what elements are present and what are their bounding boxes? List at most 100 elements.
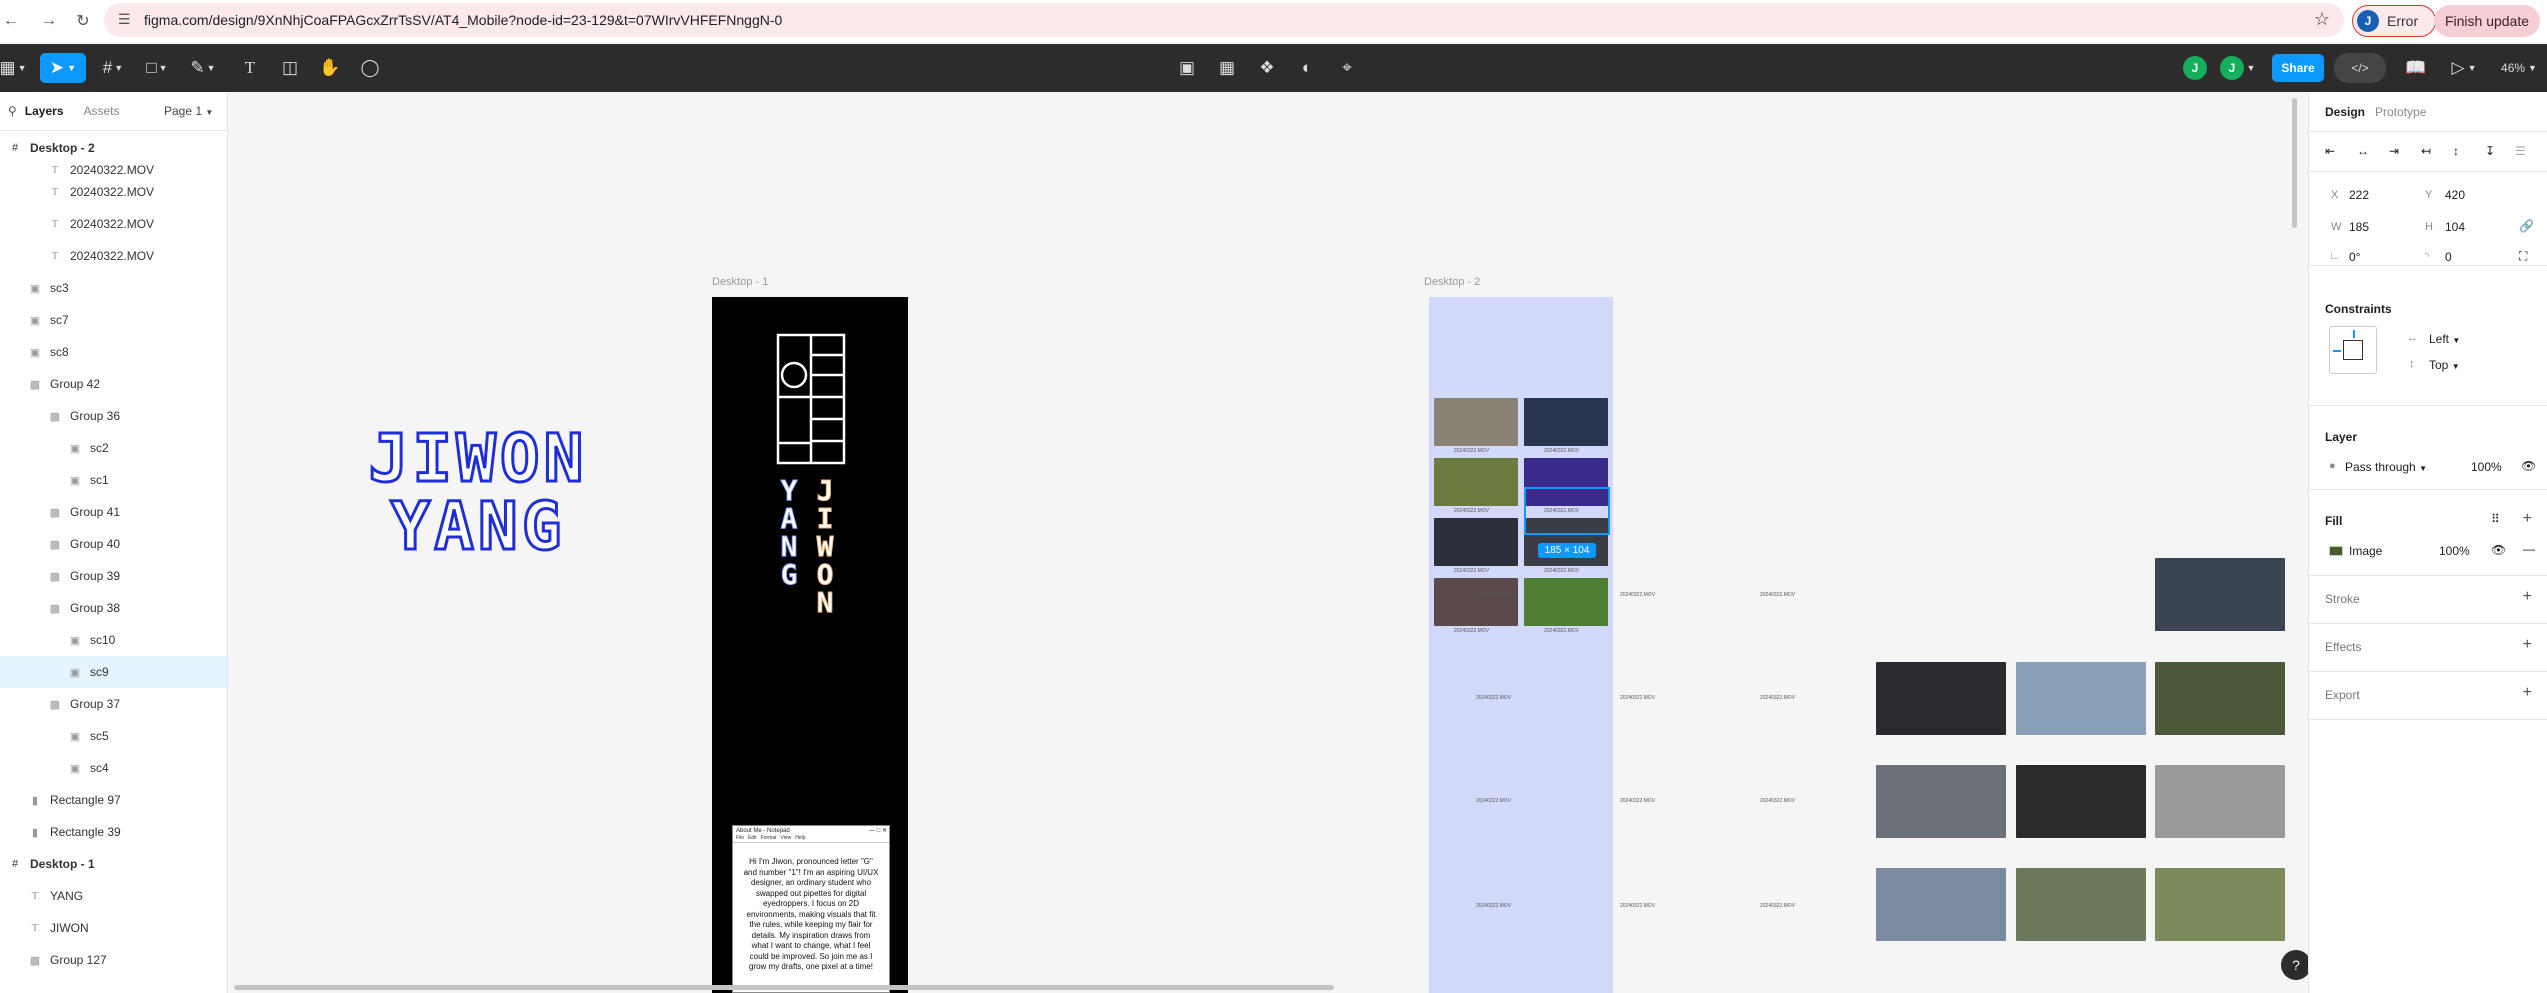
- contrast-icon[interactable]: ◐: [1293, 53, 1321, 83]
- add-export-icon[interactable]: +: [2523, 684, 2532, 702]
- gallery-image[interactable]: [2155, 868, 2285, 941]
- align-center-h-icon[interactable]: ↔: [2357, 144, 2369, 158]
- frame-tool-icon[interactable]: # ▼: [96, 53, 130, 83]
- layer-row[interactable]: # Desktop - 1: [0, 848, 227, 880]
- layer-row[interactable]: ▩ Group 37: [0, 688, 227, 720]
- x-field[interactable]: 222: [2349, 188, 2369, 202]
- thumbnail-image[interactable]: [1524, 398, 1608, 446]
- gallery-image[interactable]: [2016, 765, 2146, 838]
- tab-layers[interactable]: Layers: [25, 104, 64, 118]
- pen-tool-icon[interactable]: ✎ ▼: [186, 53, 220, 83]
- gallery-image[interactable]: [2016, 662, 2146, 735]
- y-field[interactable]: 420: [2445, 188, 2465, 202]
- thumbnail-image[interactable]: [1524, 578, 1608, 626]
- layer-row[interactable]: ▣ sc7: [0, 304, 227, 336]
- hand-tool-icon[interactable]: ✋: [316, 53, 344, 83]
- menu-format[interactable]: Format: [761, 835, 777, 842]
- back-icon[interactable]: ←: [0, 10, 22, 32]
- align-bottom-icon[interactable]: ↧: [2485, 144, 2495, 158]
- align-center-v-icon[interactable]: ↕: [2453, 144, 2459, 158]
- menu-file[interactable]: File: [736, 835, 744, 842]
- search-icon[interactable]: ⚲: [8, 104, 17, 118]
- h-field[interactable]: 104: [2445, 220, 2465, 234]
- layer-row[interactable]: T JIWON: [0, 912, 227, 944]
- address-bar[interactable]: ☰ figma.com/design/9XnNhjCoaFPAGcxZrrTsS…: [104, 3, 2344, 37]
- layer-row[interactable]: ▣ sc4: [0, 752, 227, 784]
- w-field[interactable]: 185: [2349, 220, 2369, 234]
- layer-row[interactable]: ▩ Group 40: [0, 528, 227, 560]
- vertical-constraint[interactable]: Top ▼: [2429, 358, 2460, 372]
- fill-styles-icon[interactable]: ⠿: [2491, 512, 2500, 526]
- corner-radius-field[interactable]: 0: [2445, 250, 2452, 264]
- thumbnail-image[interactable]: [1434, 458, 1518, 506]
- menu-help[interactable]: Help: [795, 835, 805, 842]
- present-icon[interactable]: ▷ ▼: [2446, 53, 2482, 83]
- menu-edit[interactable]: Edit: [748, 835, 757, 842]
- layer-row[interactable]: T 20240322.MOV: [0, 176, 227, 208]
- collaborator-avatar[interactable]: J: [2183, 56, 2207, 80]
- crop-icon[interactable]: ⌖: [1333, 53, 1361, 83]
- align-left-icon[interactable]: ⇤: [2325, 144, 2335, 158]
- notepad-body[interactable]: Hi I'm Jiwon, pronounced letter "G" and …: [733, 843, 889, 973]
- layer-row[interactable]: ▩ Group 41: [0, 496, 227, 528]
- fill-visibility-icon[interactable]: 👁: [2491, 543, 2506, 557]
- layer-row[interactable]: ▣ sc8: [0, 336, 227, 368]
- reload-icon[interactable]: ↻: [72, 10, 94, 32]
- distribute-icon[interactable]: ☰: [2515, 144, 2526, 158]
- gallery-image[interactable]: [2155, 765, 2285, 838]
- gallery-image[interactable]: [1876, 662, 2006, 735]
- layer-row[interactable]: T 20240322.MOV: [0, 240, 227, 272]
- tab-design[interactable]: Design: [2325, 105, 2365, 119]
- add-fill-icon[interactable]: +: [2523, 510, 2532, 528]
- gallery-image[interactable]: [1876, 765, 2006, 838]
- gallery-image[interactable]: [2155, 662, 2285, 735]
- layer-row[interactable]: ▮ Rectangle 97: [0, 784, 227, 816]
- rotation-field[interactable]: 0°: [2349, 250, 2360, 264]
- blend-mode-select[interactable]: Pass through ▼: [2345, 460, 2427, 474]
- thumbnail-image[interactable]: [1434, 518, 1518, 566]
- layer-row[interactable]: T 20240322.MOV: [0, 208, 227, 240]
- frame-label-desktop-2[interactable]: Desktop - 2: [1424, 276, 1480, 288]
- add-stroke-icon[interactable]: +: [2523, 588, 2532, 606]
- share-button[interactable]: Share: [2272, 54, 2324, 82]
- gallery-image[interactable]: [2155, 558, 2285, 631]
- layer-row[interactable]: ▣ sc10: [0, 624, 227, 656]
- gallery-image[interactable]: [1876, 868, 2006, 941]
- thumbnail-image[interactable]: [1434, 578, 1518, 626]
- design-canvas[interactable]: JIWON YANG Desktop - 1 YANG JIWON About …: [228, 92, 2308, 993]
- text-tool-icon[interactable]: T: [236, 53, 264, 83]
- frame-label-desktop-1[interactable]: Desktop - 1: [712, 276, 768, 288]
- layer-row[interactable]: ▩ Group 38: [0, 592, 227, 624]
- collaborator-avatar[interactable]: J: [2220, 56, 2244, 80]
- tab-prototype[interactable]: Prototype: [2375, 105, 2426, 119]
- pixel-word-jiwon[interactable]: JIWON: [358, 424, 598, 493]
- layer-row[interactable]: ▩ Group 127: [0, 944, 227, 976]
- site-info-icon[interactable]: ☰: [118, 11, 131, 28]
- window-controls-icon[interactable]: — □ ✕: [869, 827, 887, 834]
- help-button[interactable]: ?: [2281, 950, 2308, 980]
- forward-icon[interactable]: →: [38, 10, 60, 32]
- move-tool-icon[interactable]: ➤ ▼: [40, 53, 86, 83]
- add-effect-icon[interactable]: +: [2523, 636, 2532, 654]
- horizontal-scrollbar[interactable]: [234, 985, 1334, 990]
- pixel-title[interactable]: JIWON YANG: [358, 424, 598, 561]
- constraints-widget[interactable]: [2329, 326, 2377, 374]
- layer-opacity[interactable]: 100%: [2471, 460, 2502, 474]
- dev-mode-toggle[interactable]: </>: [2334, 53, 2386, 83]
- comment-tool-icon[interactable]: ◯: [356, 53, 384, 83]
- vertical-scrollbar[interactable]: [2292, 98, 2297, 228]
- layer-row[interactable]: ▩ Group 36: [0, 400, 227, 432]
- selection-outline[interactable]: [1524, 487, 1610, 535]
- frame-desktop-1[interactable]: YANG JIWON About Me - Notepad — □ ✕ File…: [712, 297, 908, 993]
- tab-assets[interactable]: Assets: [84, 104, 120, 118]
- layer-row[interactable]: T YANG: [0, 880, 227, 912]
- url-text[interactable]: figma.com/design/9XnNhjCoaFPAGcxZrrTsSV/…: [144, 12, 782, 28]
- pixel-word-yang[interactable]: YANG: [358, 492, 598, 561]
- expand-corners-icon[interactable]: ⛶: [2519, 249, 2527, 264]
- visibility-eye-icon[interactable]: 👁: [2521, 459, 2536, 473]
- align-top-icon[interactable]: ↤: [2421, 144, 2431, 158]
- layer-row[interactable]: ▣ sc3: [0, 272, 227, 304]
- resources-icon[interactable]: ◫: [276, 53, 304, 83]
- main-menu-icon[interactable]: ▦ ▼: [0, 53, 27, 83]
- grid-icon[interactable]: ▦: [1213, 53, 1241, 83]
